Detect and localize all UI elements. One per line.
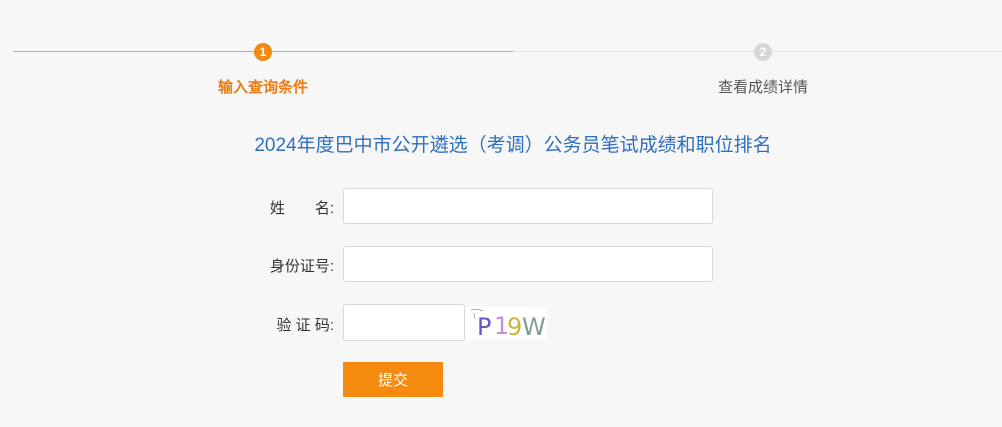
name-label: 姓 名: [269,200,334,217]
step-2-indicator: 2 [754,43,772,61]
step-1-indicator: 1 [254,43,272,61]
step-2-label: 查看成绩详情 [717,79,808,96]
page-title: 2024年度巴中市公开遴选（考调）公务员笔试成绩和职位排名 [254,135,772,156]
captcha-image[interactable]: P 1 9 W [465,307,547,339]
step-1-label: 输入查询条件 [217,79,308,96]
submit-button[interactable]: 提交 [343,362,443,397]
progress-steps: 1 2 输入查询条件 查看成绩详情 [0,0,1002,110]
captcha-char-3: 9 [507,313,522,339]
captcha-label: 验 证 码: [276,317,334,334]
captcha-char-1: P [477,313,491,339]
captcha-char-4: W [522,313,546,339]
id-number-input[interactable] [343,246,713,282]
captcha-input[interactable] [343,304,465,341]
id-number-label: 身份证号: [269,258,334,275]
name-input[interactable] [343,188,713,224]
